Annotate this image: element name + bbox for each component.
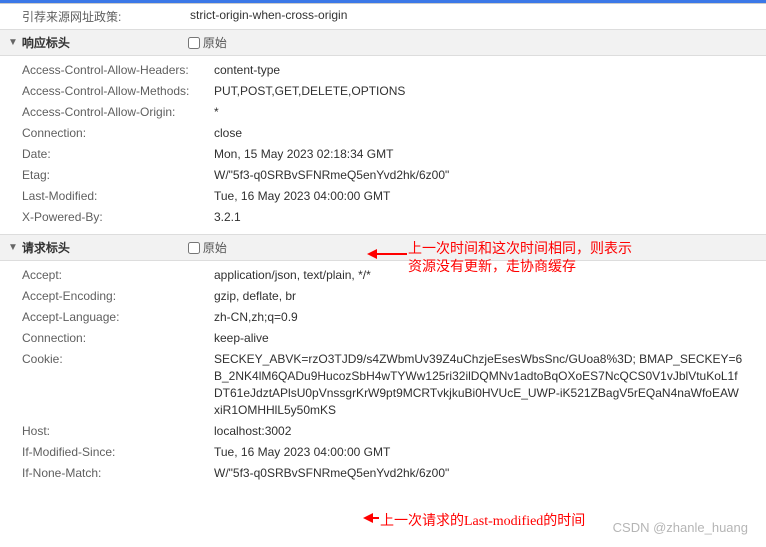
header-value[interactable]: * <box>214 104 754 121</box>
header-name: Etag: <box>22 167 214 184</box>
header-value[interactable]: Tue, 16 May 2023 04:00:00 GMT <box>214 188 754 205</box>
header-value[interactable]: PUT,POST,GET,DELETE,OPTIONS <box>214 83 754 100</box>
raw-toggle[interactable]: 原始 <box>188 239 227 256</box>
raw-checkbox[interactable] <box>188 37 200 49</box>
header-value[interactable]: 3.2.1 <box>214 209 754 226</box>
header-name: Access-Control-Allow-Origin: <box>22 104 214 121</box>
header-name: Accept-Language: <box>22 309 214 326</box>
raw-label: 原始 <box>203 239 227 256</box>
header-value[interactable]: zh-CN,zh;q=0.9 <box>214 309 754 326</box>
header-value[interactable]: W/"5f3-q0SRBvSFNRmeQ5enYvd2hk/6z00" <box>214 167 754 184</box>
header-value[interactable]: keep-alive <box>214 330 754 347</box>
header-row: Host:localhost:3002 <box>22 421 754 442</box>
header-value[interactable]: Mon, 15 May 2023 02:18:34 GMT <box>214 146 754 163</box>
raw-label: 原始 <box>203 34 227 51</box>
header-name: Access-Control-Allow-Methods: <box>22 83 214 100</box>
header-row: Last-Modified:Tue, 16 May 2023 04:00:00 … <box>22 186 754 207</box>
raw-checkbox[interactable] <box>188 242 200 254</box>
header-row: Access-Control-Allow-Methods:PUT,POST,GE… <box>22 81 754 102</box>
header-row: Access-Control-Allow-Headers:content-typ… <box>22 60 754 81</box>
header-value[interactable]: gzip, deflate, br <box>214 288 754 305</box>
header-name: Last-Modified: <box>22 188 214 205</box>
header-row: Access-Control-Allow-Origin:* <box>22 102 754 123</box>
header-row: Accept-Encoding:gzip, deflate, br <box>22 286 754 307</box>
header-row: If-None-Match:W/"5f3-q0SRBvSFNRmeQ5enYvd… <box>22 463 754 484</box>
header-name: Host: <box>22 423 214 440</box>
header-name: If-Modified-Since: <box>22 444 214 461</box>
header-value[interactable]: Tue, 16 May 2023 04:00:00 GMT <box>214 444 754 461</box>
header-name: Accept: <box>22 267 214 284</box>
chevron-down-icon: ▼ <box>8 37 18 48</box>
watermark: CSDN @zhanle_huang <box>613 520 748 535</box>
header-name: X-Powered-By: <box>22 209 214 226</box>
raw-toggle[interactable]: 原始 <box>188 34 227 51</box>
header-name: Date: <box>22 146 214 163</box>
header-value[interactable]: SECKEY_ABVK=rzO3TJD9/s4ZWbmUv39Z4uChzjeE… <box>214 351 754 419</box>
header-value[interactable]: close <box>214 125 754 142</box>
header-value[interactable]: W/"5f3-q0SRBvSFNRmeQ5enYvd2hk/6z00" <box>214 465 754 482</box>
response-headers-section-header[interactable]: ▼ 响应标头 原始 <box>0 29 766 56</box>
header-name: Connection: <box>22 330 214 347</box>
header-row: Connection:keep-alive <box>22 328 754 349</box>
referrer-policy-row: 引荐来源网址政策: strict-origin-when-cross-origi… <box>0 4 766 29</box>
annotation-text: 上一次时间和这次时间相同，则表示 资源没有更新，走协商缓存 <box>408 241 632 277</box>
arrow-icon <box>363 512 381 524</box>
header-name: Access-Control-Allow-Headers: <box>22 62 214 79</box>
header-row: If-Modified-Since:Tue, 16 May 2023 04:00… <box>22 442 754 463</box>
request-headers-title: 请求标头 <box>22 239 188 256</box>
header-name: Connection: <box>22 125 214 142</box>
response-headers-title: 响应标头 <box>22 34 188 51</box>
header-value[interactable]: content-type <box>214 62 754 79</box>
header-name: If-None-Match: <box>22 465 214 482</box>
header-row: Connection:close <box>22 123 754 144</box>
header-row: X-Powered-By:3.2.1 <box>22 207 754 228</box>
header-name: Cookie: <box>22 351 214 419</box>
arrow-icon <box>367 248 409 260</box>
annotation-text: 上一次请求的Last-modified的时间 <box>380 510 585 530</box>
response-headers-list: Access-Control-Allow-Headers:content-typ… <box>0 56 766 234</box>
request-headers-list: Accept:application/json, text/plain, */*… <box>0 261 766 490</box>
header-value[interactable]: localhost:3002 <box>214 423 754 440</box>
header-name: Accept-Encoding: <box>22 288 214 305</box>
header-row: Accept:application/json, text/plain, */* <box>22 265 754 286</box>
header-row: Date:Mon, 15 May 2023 02:18:34 GMT <box>22 144 754 165</box>
header-row: Cookie:SECKEY_ABVK=rzO3TJD9/s4ZWbmUv39Z4… <box>22 349 754 421</box>
referrer-policy-value: strict-origin-when-cross-origin <box>190 8 347 25</box>
header-row: Etag:W/"5f3-q0SRBvSFNRmeQ5enYvd2hk/6z00" <box>22 165 754 186</box>
referrer-policy-label: 引荐来源网址政策: <box>22 8 190 25</box>
header-row: Accept-Language:zh-CN,zh;q=0.9 <box>22 307 754 328</box>
chevron-down-icon: ▼ <box>8 242 18 253</box>
